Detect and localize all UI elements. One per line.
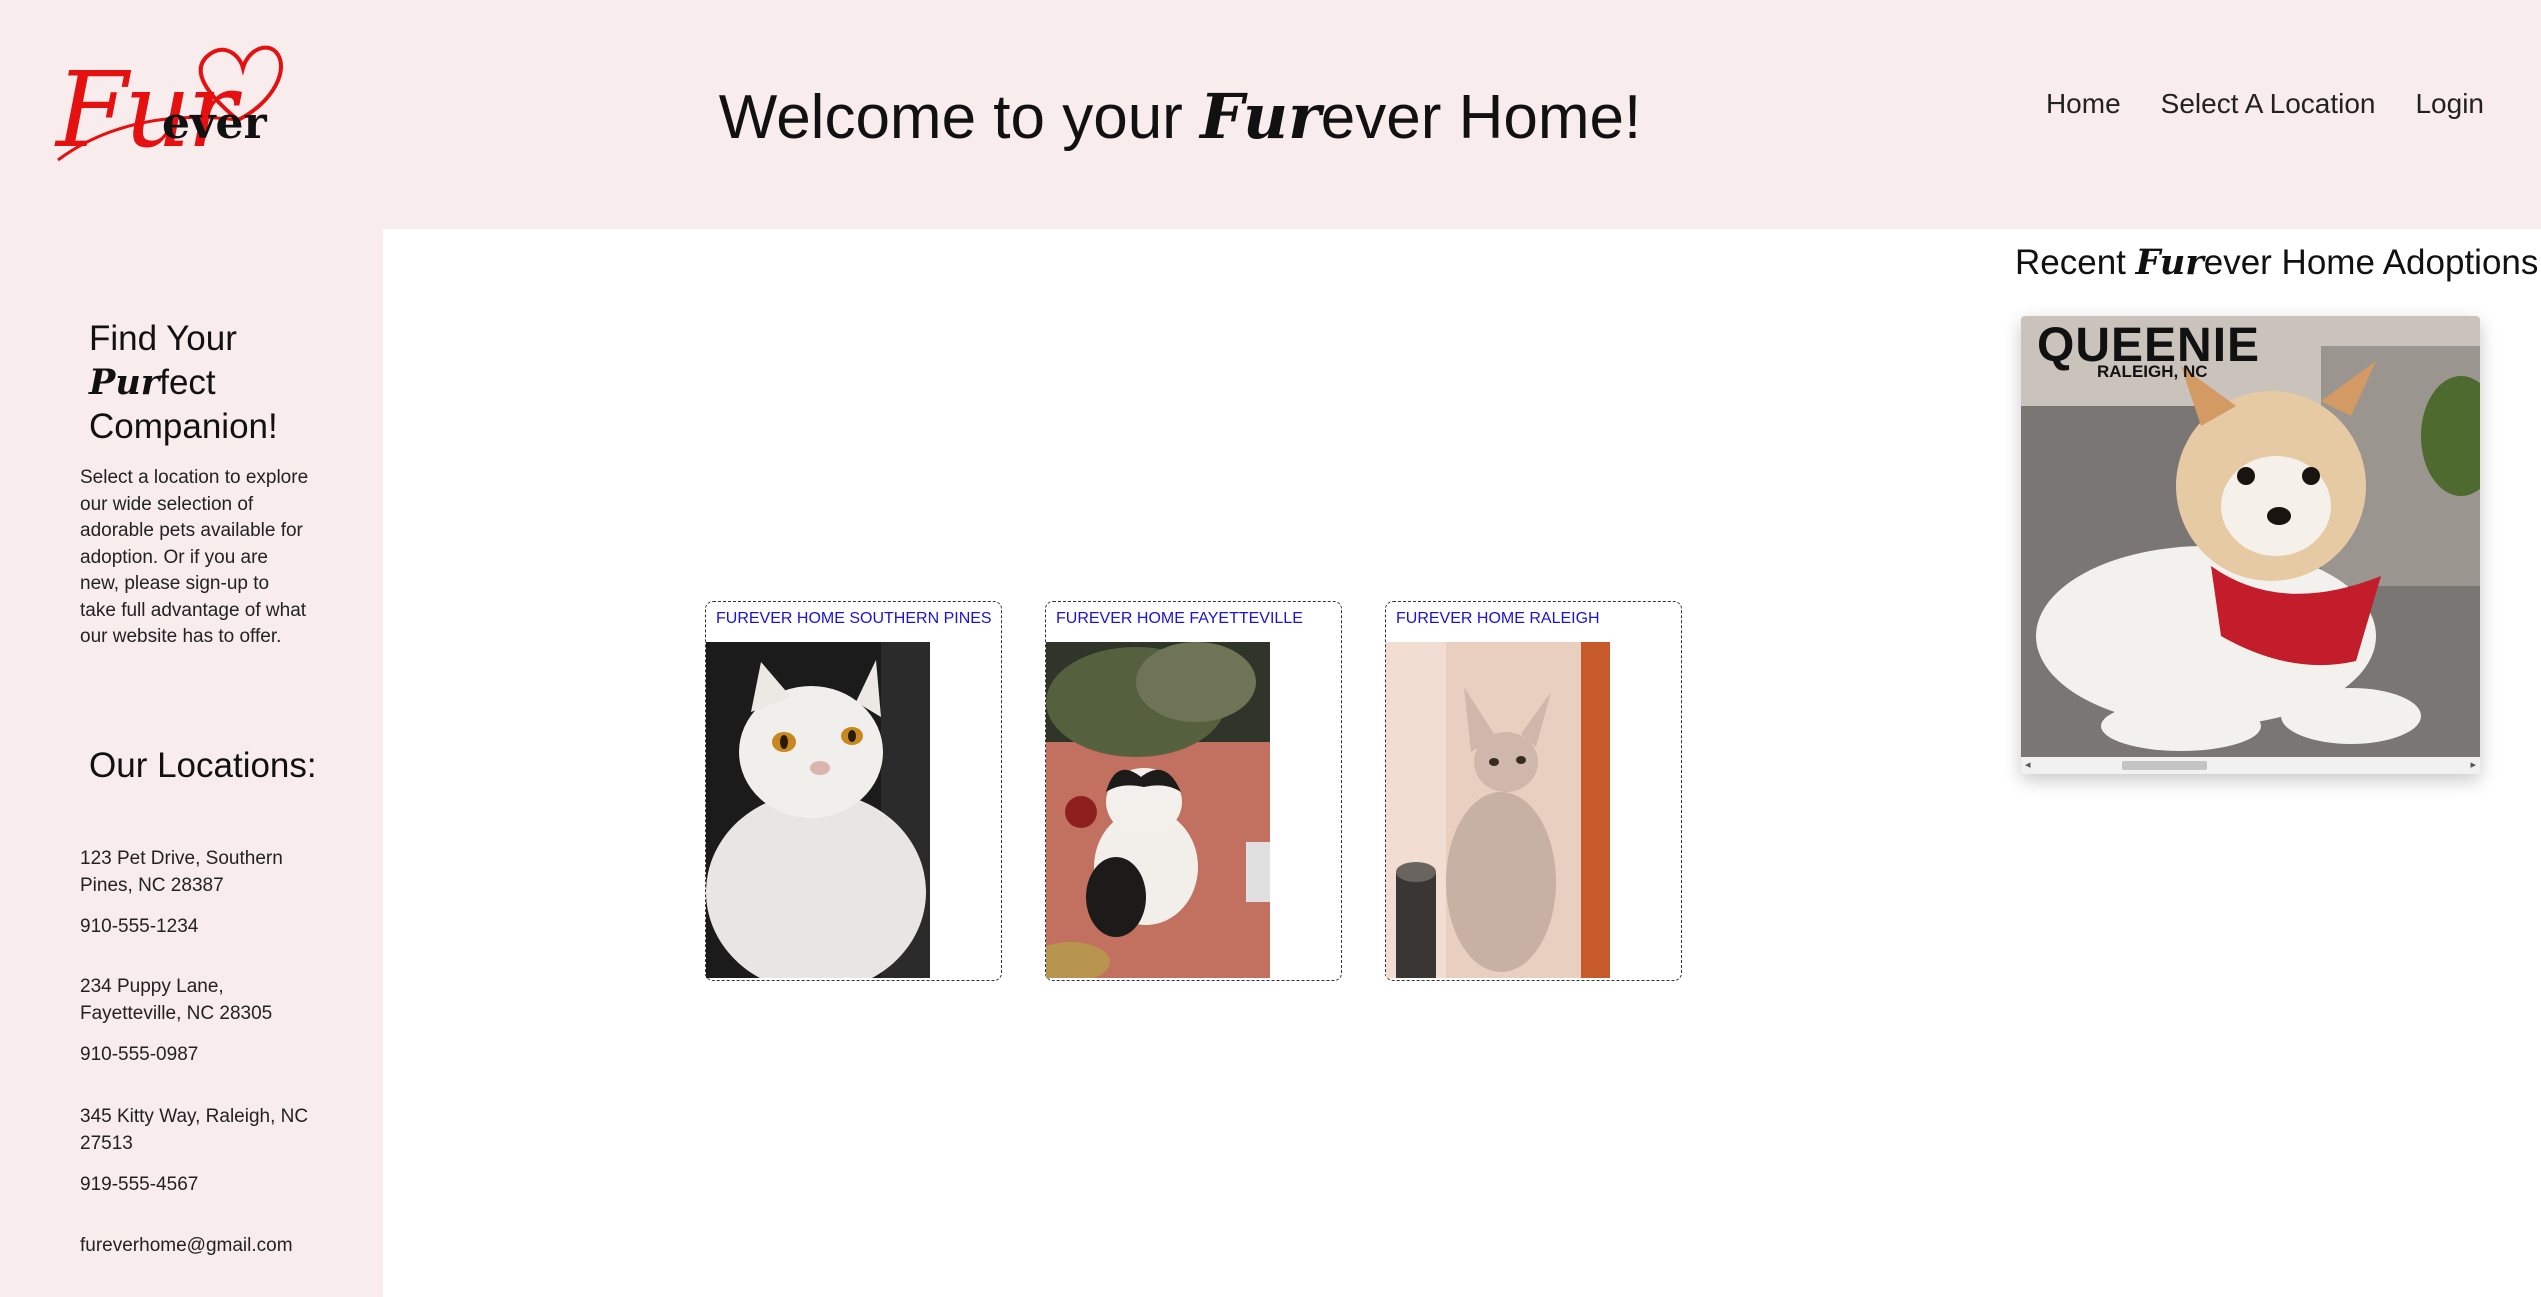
find-line-3: Companion! bbox=[89, 407, 278, 446]
intro-text: Select a location to explore our wide se… bbox=[80, 467, 309, 647]
location-address-2: 234 Puppy Lane, Fayetteville, NC 28305 bbox=[80, 976, 273, 1024]
card-label[interactable]: FUREVER HOME RALEIGH bbox=[1396, 610, 1600, 628]
sphynx-cat-by-window-photo[interactable] bbox=[1386, 642, 1610, 978]
recent-text-end: ever Home Adoptions! bbox=[2203, 243, 2541, 282]
location-card-fayetteville[interactable]: FUREVER HOME FAYETTEVILLE bbox=[1045, 601, 1342, 981]
location-address-3: 345 Kitty Way, Raleigh, NC 27513 bbox=[80, 1106, 309, 1154]
card-label[interactable]: FUREVER HOME FAYETTEVILLE bbox=[1056, 610, 1303, 628]
nav-login[interactable]: Login bbox=[2415, 88, 2484, 120]
main-nav: Home Select A Location Login bbox=[2046, 88, 2484, 120]
adoptions-carousel[interactable]: QUEENIE RALEIGH, NC ◂ ▸ bbox=[2021, 316, 2480, 774]
find-fect-text: fect bbox=[159, 363, 216, 402]
furever-logo[interactable]: Fur ever bbox=[38, 40, 338, 190]
black-white-cat-on-table-photo[interactable] bbox=[1046, 642, 1270, 978]
recent-adoptions-heading: Recent Furever Home Adoptions! bbox=[2015, 238, 2541, 288]
location-card-southern-pines[interactable]: FUREVER HOME SOUTHERN PINES bbox=[705, 601, 1002, 981]
arrow-left-icon[interactable]: ◂ bbox=[2025, 757, 2031, 774]
recent-fur-text: Fur bbox=[2135, 242, 2204, 283]
location-card-raleigh[interactable]: FUREVER HOME RALEIGH bbox=[1385, 601, 1682, 981]
find-pur-text: Pur bbox=[89, 362, 160, 403]
location-phone-1: 910-555-1234 bbox=[80, 916, 199, 937]
contact-email[interactable]: fureverhome@gmail.com bbox=[80, 1233, 310, 1260]
find-line-2: Purfect bbox=[89, 361, 278, 405]
welcome-heading: Welcome to your Furever Home! bbox=[680, 52, 1680, 183]
location-phone-2: 910-555-0987 bbox=[80, 1044, 199, 1065]
yorkie-dog-red-bandana-photo[interactable] bbox=[2021, 316, 2480, 757]
logo-ever-text: ever bbox=[162, 98, 267, 149]
location-phone-3: 919-555-4567 bbox=[80, 1174, 199, 1195]
scroll-thumb[interactable] bbox=[2122, 761, 2207, 770]
arrow-right-icon[interactable]: ▸ bbox=[2470, 757, 2476, 774]
white-persian-cat-photo[interactable] bbox=[706, 642, 930, 978]
carousel-scrollbar[interactable]: ◂ ▸ bbox=[2021, 757, 2480, 774]
welcome-text-end: ever Home! bbox=[1320, 83, 1642, 152]
sidebar: Find Your Purfect Companion! Select a lo… bbox=[0, 229, 383, 1297]
locations-heading: Our Locations: bbox=[89, 746, 317, 785]
welcome-text-start: Welcome to your bbox=[718, 83, 1201, 152]
pet-location: RALEIGH, NC bbox=[2097, 362, 2208, 381]
nav-home[interactable]: Home bbox=[2046, 88, 2121, 120]
recent-text-start: Recent bbox=[2015, 243, 2136, 282]
site-header: Fur ever Welcome to your Furever Home! H… bbox=[0, 0, 2541, 229]
welcome-fur-text: Fur bbox=[1200, 80, 1321, 153]
location-address-1: 123 Pet Drive, Southern Pines, NC 28387 bbox=[80, 848, 283, 896]
nav-select-location[interactable]: Select A Location bbox=[2161, 88, 2376, 120]
card-label[interactable]: FUREVER HOME SOUTHERN PINES bbox=[716, 610, 992, 628]
find-companion-heading: Find Your Purfect Companion! bbox=[89, 317, 278, 449]
find-line-1: Find Your bbox=[89, 319, 237, 358]
